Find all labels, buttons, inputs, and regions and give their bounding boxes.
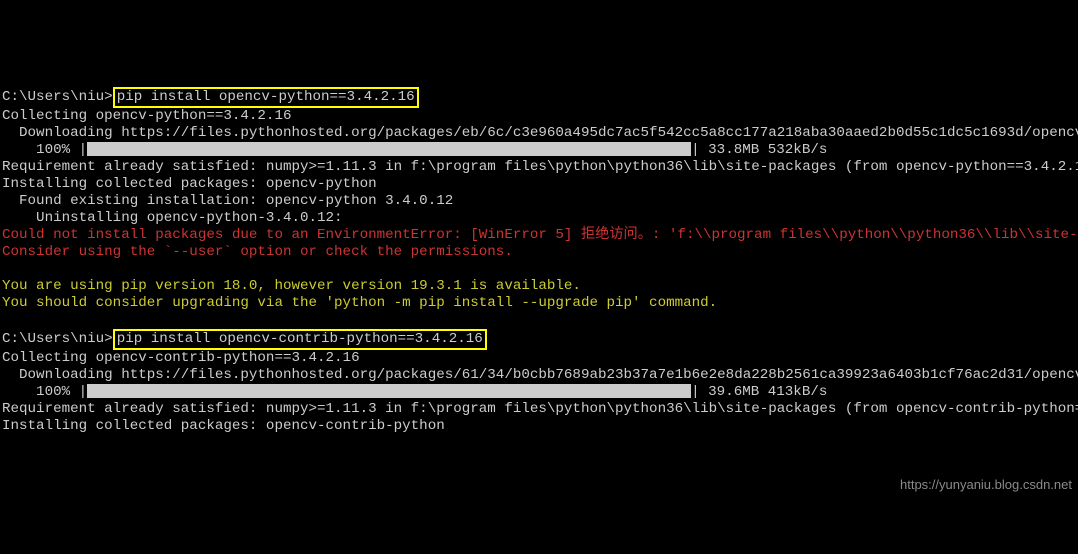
- output-line: Requirement already satisfied: numpy>=1.…: [2, 159, 1078, 175]
- command-highlight-2: pip install opencv-contrib-python==3.4.2…: [113, 329, 487, 350]
- output-line: Requirement already satisfied: numpy>=1.…: [2, 401, 1078, 417]
- progress-bar-fill: [87, 384, 691, 398]
- output-line: Downloading https://files.pythonhosted.o…: [2, 367, 1078, 383]
- output-line: Uninstalling opencv-python-3.4.0.12:: [2, 210, 343, 226]
- progress-line-2: 100% || 39.6MB 413kB/s: [2, 384, 827, 400]
- output-line: Found existing installation: opencv-pyth…: [2, 193, 453, 209]
- output-line: Collecting opencv-python==3.4.2.16: [2, 108, 291, 124]
- error-line: Consider using the `--user` option or ch…: [2, 244, 513, 260]
- terminal[interactable]: C:\Users\niu>pip install opencv-python==…: [2, 70, 1076, 435]
- warning-line: You are using pip version 18.0, however …: [2, 278, 581, 294]
- output-line: Installing collected packages: opencv-co…: [2, 418, 445, 434]
- watermark: https://yunyaniu.blog.csdn.net: [900, 476, 1072, 493]
- command-highlight-1: pip install opencv-python==3.4.2.16: [113, 87, 419, 108]
- prompt-path-2: C:\Users\niu>: [2, 331, 113, 347]
- error-line: Could not install packages due to an Env…: [2, 227, 1078, 243]
- prompt-path-1: C:\Users\niu>: [2, 89, 113, 105]
- blank-line: [2, 312, 11, 328]
- output-line: Downloading https://files.pythonhosted.o…: [2, 125, 1078, 141]
- output-line: Installing collected packages: opencv-py…: [2, 176, 377, 192]
- output-line: Collecting opencv-contrib-python==3.4.2.…: [2, 350, 360, 366]
- progress-line-1: 100% || 33.8MB 532kB/s: [2, 142, 827, 158]
- blank-line: [2, 261, 11, 277]
- progress-bar-fill: [87, 142, 691, 156]
- warning-line: You should consider upgrading via the 'p…: [2, 295, 717, 311]
